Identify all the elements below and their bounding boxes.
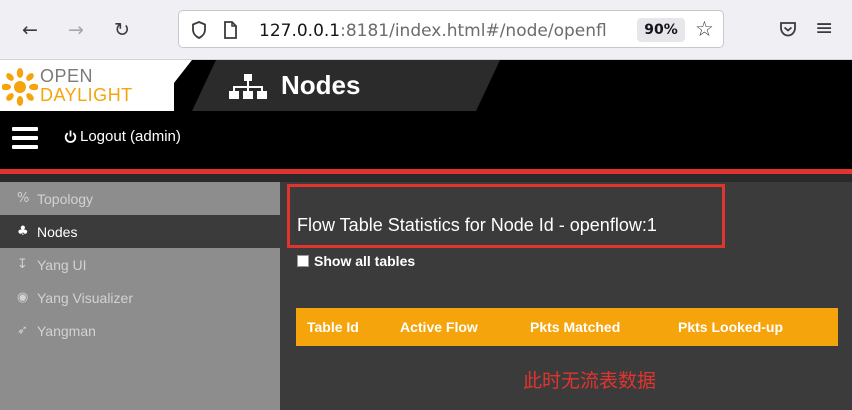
url-host: 127.0.0.1 bbox=[259, 21, 341, 41]
pocket-icon[interactable] bbox=[779, 20, 797, 38]
logo-text-open: OPEN bbox=[40, 66, 94, 86]
column-header-pkts-matched[interactable]: Pkts Matched bbox=[530, 319, 620, 335]
rocket-icon: ➶ bbox=[17, 323, 28, 338]
show-all-tables-label[interactable]: Show all tables bbox=[314, 253, 415, 269]
sidebar-item-label: Yangman bbox=[37, 322, 96, 339]
flow-table-title: Flow Table Statistics for Node Id - open… bbox=[297, 215, 657, 235]
forward-icon[interactable]: → bbox=[64, 18, 88, 42]
column-header-active-flow[interactable]: Active Flow bbox=[400, 319, 478, 335]
opendaylight-logo-icon[interactable] bbox=[2, 68, 38, 106]
flow-table-header: Table Id Active Flow Pkts Matched Pkts L… bbox=[296, 308, 838, 346]
sidebar-item-label: Nodes bbox=[37, 223, 78, 240]
logout-label: Logout (admin) bbox=[80, 128, 181, 145]
show-all-tables-checkbox[interactable] bbox=[297, 255, 309, 267]
address-bar[interactable]: 127.0.0.1:8181/index.html#/node/openfl 9… bbox=[178, 10, 724, 48]
menu-icon[interactable]: ≡ bbox=[815, 16, 833, 41]
sidebar-item-label: Topology bbox=[37, 190, 94, 207]
sidebar-item-yang-ui[interactable]: ↧ Yang UI bbox=[0, 248, 280, 281]
bookmark-star-icon[interactable]: ☆ bbox=[695, 17, 714, 41]
header-dark-divider bbox=[0, 174, 852, 182]
url-text[interactable]: 127.0.0.1:8181/index.html#/node/openfl bbox=[259, 21, 619, 41]
topology-icon: % bbox=[17, 191, 30, 206]
sidebar-item-yang-visualizer[interactable]: ◉ Yang Visualizer bbox=[0, 281, 280, 314]
power-icon bbox=[64, 130, 77, 143]
url-path: :8181/index.html#/node/openfl bbox=[340, 21, 607, 41]
sitemap-icon: ♣ bbox=[17, 224, 29, 239]
page-icon[interactable] bbox=[223, 21, 237, 39]
sidebar-item-yangman[interactable]: ➶ Yangman bbox=[0, 314, 280, 347]
sidebar-item-label: Yang UI bbox=[37, 256, 87, 273]
column-header-table-id[interactable]: Table Id bbox=[307, 319, 359, 335]
shield-icon[interactable] bbox=[191, 21, 207, 39]
nodes-hierarchy-icon bbox=[229, 74, 267, 99]
logo-slant bbox=[152, 60, 192, 111]
page-title: Nodes bbox=[281, 70, 361, 100]
sidebar-item-label: Yang Visualizer bbox=[37, 289, 133, 306]
download-arrow-icon: ↧ bbox=[17, 257, 28, 272]
empty-data-annotation: 此时无流表数据 bbox=[523, 371, 657, 392]
zoom-badge[interactable]: 90% bbox=[637, 18, 685, 42]
sidebar-item-topology[interactable]: % Topology bbox=[0, 182, 280, 215]
sidebar-item-nodes[interactable]: ♣ Nodes bbox=[0, 215, 280, 248]
logo-text-daylight: DAYLIGHT bbox=[40, 85, 133, 105]
hamburger-menu-icon[interactable] bbox=[12, 127, 38, 149]
column-header-pkts-looked-up[interactable]: Pkts Looked-up bbox=[678, 319, 783, 335]
reload-icon[interactable]: ↻ bbox=[110, 18, 134, 42]
back-icon[interactable]: ← bbox=[18, 18, 42, 42]
eye-icon: ◉ bbox=[17, 290, 29, 305]
